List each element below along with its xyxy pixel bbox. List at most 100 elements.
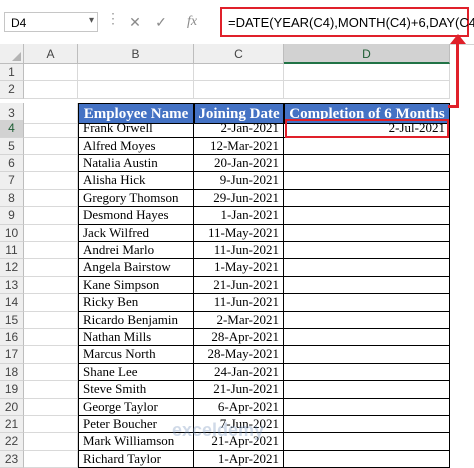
completion-date-cell[interactable] bbox=[284, 398, 450, 416]
joining-date-cell[interactable]: 20-Jan-2021 bbox=[194, 155, 284, 173]
cell-a15[interactable] bbox=[24, 311, 78, 329]
employee-name-cell[interactable]: Frank Orwell bbox=[78, 120, 194, 138]
cell-a19[interactable] bbox=[24, 381, 78, 399]
employee-name-cell[interactable]: Richard Taylor bbox=[78, 450, 194, 468]
row-header-11[interactable]: 11 bbox=[0, 242, 24, 260]
cell-a23[interactable] bbox=[24, 450, 78, 468]
completion-date-cell[interactable] bbox=[284, 172, 450, 190]
joining-date-cell[interactable]: 2-Jan-2021 bbox=[194, 120, 284, 138]
more-options-icon[interactable]: ⋮ bbox=[106, 10, 120, 27]
completion-date-cell[interactable] bbox=[284, 276, 450, 295]
row-header-5[interactable]: 5 bbox=[0, 137, 24, 155]
completion-date-cell[interactable] bbox=[284, 242, 450, 260]
cell-a22[interactable] bbox=[24, 433, 78, 451]
row-header-15[interactable]: 15 bbox=[0, 311, 24, 329]
row-header-12[interactable]: 12 bbox=[0, 259, 24, 277]
joining-date-cell[interactable]: 29-Jun-2021 bbox=[194, 189, 284, 208]
cell-a21[interactable] bbox=[24, 416, 78, 434]
cell-a9[interactable] bbox=[24, 207, 78, 225]
cell-a17[interactable] bbox=[24, 346, 78, 364]
cell-a8[interactable] bbox=[24, 189, 78, 208]
employee-name-cell[interactable]: Natalia Austin bbox=[78, 155, 194, 173]
completion-date-cell[interactable] bbox=[284, 224, 450, 242]
row-header-7[interactable]: 7 bbox=[0, 172, 24, 190]
joining-date-cell[interactable]: 6-Apr-2021 bbox=[194, 398, 284, 416]
row-header-21[interactable]: 21 bbox=[0, 416, 24, 434]
completion-date-cell[interactable] bbox=[284, 381, 450, 399]
cell-a4[interactable] bbox=[24, 120, 78, 138]
cancel-icon[interactable]: ✕ bbox=[126, 12, 144, 32]
cell-a5[interactable] bbox=[24, 137, 78, 155]
column-header-d[interactable]: D bbox=[284, 44, 450, 64]
row-header-14[interactable]: 14 bbox=[0, 294, 24, 312]
cell-a11[interactable] bbox=[24, 242, 78, 260]
cell-a18[interactable] bbox=[24, 363, 78, 382]
completion-date-cell[interactable] bbox=[284, 189, 450, 208]
completion-date-cell[interactable] bbox=[284, 416, 450, 434]
joining-date-cell[interactable]: 21-Jun-2021 bbox=[194, 276, 284, 295]
employee-name-cell[interactable]: George Taylor bbox=[78, 398, 194, 416]
employee-name-cell[interactable]: Shane Lee bbox=[78, 363, 194, 382]
cell-a10[interactable] bbox=[24, 224, 78, 242]
cell-a14[interactable] bbox=[24, 294, 78, 312]
cell-a20[interactable] bbox=[24, 398, 78, 416]
cell-a6[interactable] bbox=[24, 155, 78, 173]
employee-name-cell[interactable]: Steve Smith bbox=[78, 381, 194, 399]
completion-date-cell[interactable] bbox=[284, 433, 450, 451]
employee-name-cell[interactable]: Marcus North bbox=[78, 346, 194, 364]
employee-name-cell[interactable]: Nathan Mills bbox=[78, 329, 194, 347]
joining-date-cell[interactable]: 24-Jan-2021 bbox=[194, 363, 284, 382]
joining-date-cell[interactable]: 28-Apr-2021 bbox=[194, 329, 284, 347]
enter-icon[interactable]: ✓ bbox=[152, 12, 170, 32]
completion-date-cell[interactable] bbox=[284, 329, 450, 347]
joining-date-cell[interactable]: 1-Apr-2021 bbox=[194, 450, 284, 468]
employee-name-cell[interactable]: Alisha Hick bbox=[78, 172, 194, 190]
completion-date-cell[interactable] bbox=[284, 294, 450, 312]
completion-date-cell[interactable] bbox=[284, 155, 450, 173]
completion-date-cell[interactable] bbox=[284, 363, 450, 382]
employee-name-cell[interactable]: Andrei Marlo bbox=[78, 242, 194, 260]
row-header-6[interactable]: 6 bbox=[0, 155, 24, 173]
employee-name-cell[interactable]: Ricky Ben bbox=[78, 294, 194, 312]
joining-date-cell[interactable]: 28-May-2021 bbox=[194, 346, 284, 364]
cell-d1[interactable] bbox=[284, 64, 450, 82]
completion-date-cell[interactable] bbox=[284, 259, 450, 277]
cell-c1[interactable] bbox=[194, 64, 284, 82]
select-all-corner[interactable] bbox=[0, 44, 24, 64]
employee-name-cell[interactable]: Gregory Thomson bbox=[78, 189, 194, 208]
row-header-17[interactable]: 17 bbox=[0, 346, 24, 364]
column-header-a[interactable]: A bbox=[24, 44, 78, 64]
row-header-8[interactable]: 8 bbox=[0, 189, 24, 208]
completion-date-cell[interactable] bbox=[284, 346, 450, 364]
joining-date-cell[interactable]: 1-May-2021 bbox=[194, 259, 284, 277]
joining-date-cell[interactable]: 21-Jun-2021 bbox=[194, 381, 284, 399]
joining-date-cell[interactable]: 11-Jun-2021 bbox=[194, 242, 284, 260]
employee-name-cell[interactable]: Desmond Hayes bbox=[78, 207, 194, 225]
joining-date-cell[interactable]: 11-May-2021 bbox=[194, 224, 284, 242]
cell-d2[interactable] bbox=[284, 81, 450, 99]
employee-name-cell[interactable]: Jack Wilfred bbox=[78, 224, 194, 242]
employee-name-cell[interactable]: Alfred Moyes bbox=[78, 137, 194, 155]
row-header-23[interactable]: 23 bbox=[0, 450, 24, 468]
name-box[interactable]: D4 ▾ bbox=[4, 12, 98, 32]
cell-b2[interactable] bbox=[78, 81, 194, 99]
cell-c2[interactable] bbox=[194, 81, 284, 99]
column-header-b[interactable]: B bbox=[78, 44, 194, 64]
formula-input[interactable]: =DATE(YEAR(C4),MONTH(C4)+6,DAY(C4)) bbox=[220, 7, 474, 37]
employee-name-cell[interactable]: Kane Simpson bbox=[78, 276, 194, 295]
joining-date-cell[interactable]: 12-Mar-2021 bbox=[194, 137, 284, 155]
row-header-4[interactable]: 4 bbox=[0, 120, 24, 138]
completion-date-cell[interactable] bbox=[284, 311, 450, 329]
row-header-20[interactable]: 20 bbox=[0, 398, 24, 416]
employee-name-cell[interactable]: Ricardo Benjamin bbox=[78, 311, 194, 329]
cell-b1[interactable] bbox=[78, 64, 194, 82]
cell-a12[interactable] bbox=[24, 259, 78, 277]
cell-a2[interactable] bbox=[24, 81, 78, 99]
joining-date-cell[interactable]: 9-Jun-2021 bbox=[194, 172, 284, 190]
column-header-c[interactable]: C bbox=[194, 44, 284, 64]
row-header-2[interactable]: 2 bbox=[0, 81, 24, 99]
worksheet-grid[interactable]: A B C D 1 2 3 Employee Name Joining Date Completi… bbox=[0, 44, 474, 468]
insert-function-icon[interactable]: fx bbox=[180, 12, 204, 32]
row-header-9[interactable]: 9 bbox=[0, 207, 24, 225]
row-header-1[interactable]: 1 bbox=[0, 64, 24, 82]
